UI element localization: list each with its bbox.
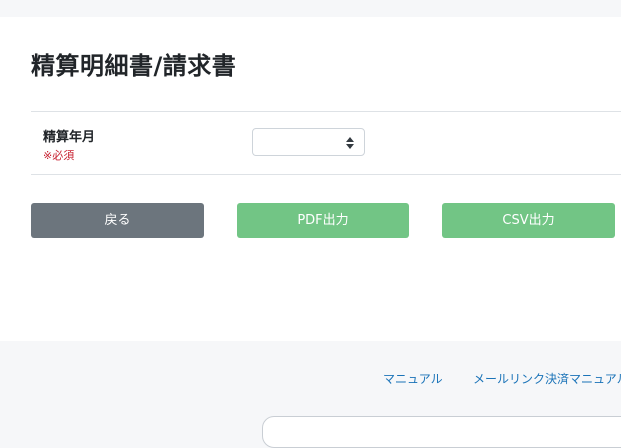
back-button[interactable]: 戻る (31, 203, 204, 238)
top-strip (0, 0, 621, 17)
main-card: 精算明細書/請求書 精算年月 ※必須 戻る PDF出力 CSV出力 (0, 17, 621, 341)
select-arrows-icon (346, 137, 354, 149)
mail-link-payment-manual-link[interactable]: メールリンク決済マニュアル (473, 370, 621, 387)
manual-link[interactable]: マニュアル (383, 370, 443, 387)
footer: マニュアル メールリンク決済マニュアル (0, 341, 621, 425)
page-title: 精算明細書/請求書 (31, 52, 237, 80)
settlement-month-label: 精算年月 (43, 130, 96, 145)
csv-export-button[interactable]: CSV出力 (442, 203, 615, 238)
required-note: ※必須 (43, 149, 75, 162)
settlement-month-select[interactable] (252, 128, 365, 156)
footer-panel (262, 416, 621, 448)
settlement-month-row: 精算年月 ※必須 (31, 111, 621, 175)
pdf-export-button[interactable]: PDF出力 (237, 203, 409, 238)
